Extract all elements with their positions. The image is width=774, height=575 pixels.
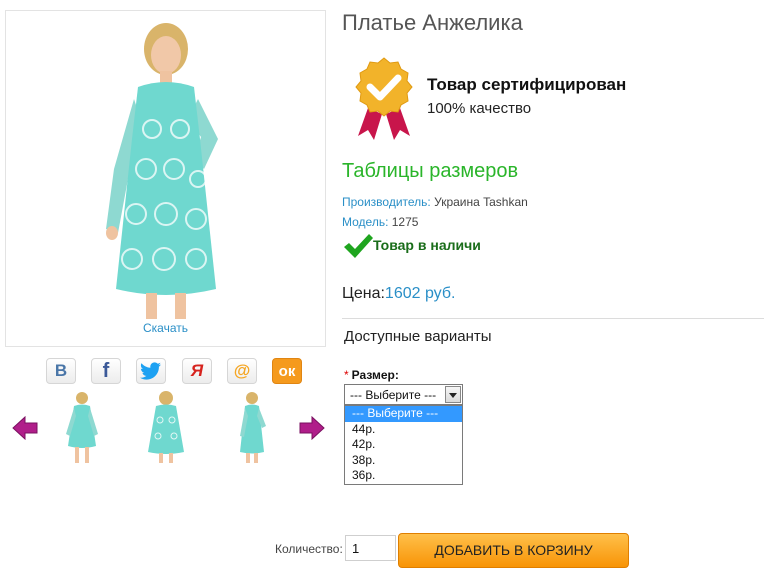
price: Цена:1602 руб. <box>342 285 455 303</box>
model-line: Модель: 1275 <box>342 215 418 229</box>
size-label: * Размер: <box>344 368 399 382</box>
product-title: Платье Анжелика <box>342 10 523 35</box>
quantity-input[interactable] <box>345 535 396 561</box>
price-value: 1602 руб. <box>384 285 456 302</box>
add-to-cart-button[interactable]: ДОБАВИТЬ В КОРЗИНУ <box>398 533 629 568</box>
size-option[interactable]: 42р. <box>345 437 462 453</box>
vkontakte-icon: В <box>54 361 68 380</box>
odnoklassniki-icon: ок <box>278 362 296 380</box>
model-value: 1275 <box>391 215 419 229</box>
quantity-label: Количество: <box>275 542 343 556</box>
manufacturer-label[interactable]: Производитель: <box>342 195 431 209</box>
variants-title: Доступные варианты <box>344 328 492 345</box>
moikrug-icon: Я <box>190 361 204 380</box>
size-option[interactable]: 38р. <box>345 453 462 469</box>
required-mark: * <box>344 368 349 382</box>
twitter-share-button[interactable] <box>136 358 166 384</box>
facebook-icon: f <box>102 359 110 382</box>
thumbnail-2[interactable] <box>140 390 192 464</box>
thumbnail-1[interactable] <box>56 390 108 464</box>
size-option[interactable]: 36р. <box>345 468 462 484</box>
mailru-share-button[interactable]: @ <box>227 358 257 384</box>
model-label: Модель: <box>342 215 389 229</box>
certificate-title: Товар сертифицирован <box>427 75 627 94</box>
chevron-down-icon[interactable] <box>445 386 461 403</box>
product-photo <box>106 23 218 319</box>
facebook-share-button[interactable]: f <box>91 358 121 384</box>
next-arrow-icon[interactable] <box>299 416 325 440</box>
stock-status: Товар в наличи <box>373 237 481 253</box>
size-select[interactable]: --- Выберите --- <box>344 384 463 405</box>
download-link[interactable]: Скачать <box>6 321 325 335</box>
size-dropdown-list: --- Выберите --- 44р. 42р. 38р. 36р. <box>344 405 463 485</box>
manufacturer-value: Украина Tashkan <box>434 195 528 209</box>
size-option[interactable]: 44р. <box>345 422 462 438</box>
thumbnail-3[interactable] <box>226 390 278 464</box>
divider <box>342 318 764 319</box>
manufacturer-line: Производитель: Украина Tashkan <box>342 195 528 209</box>
size-label-text: Размер: <box>351 368 399 382</box>
size-table-link[interactable]: Таблицы размеров <box>342 160 518 183</box>
previous-arrow-icon[interactable] <box>12 416 38 440</box>
size-select-value: --- Выберите --- <box>350 388 437 402</box>
in-stock-check-icon <box>344 234 373 258</box>
certificate-subtitle: 100% качество <box>427 100 532 117</box>
mailru-icon: @ <box>233 361 251 380</box>
price-label: Цена: <box>342 285 385 302</box>
odnoklassniki-share-button[interactable]: ок <box>272 358 302 384</box>
certified-medal-icon <box>355 57 413 140</box>
vkontakte-share-button[interactable]: В <box>46 358 76 384</box>
size-option[interactable]: --- Выберите --- <box>345 406 462 422</box>
main-product-image[interactable]: Скачать <box>5 10 326 347</box>
moikrug-share-button[interactable]: Я <box>182 358 212 384</box>
twitter-icon <box>140 362 161 380</box>
